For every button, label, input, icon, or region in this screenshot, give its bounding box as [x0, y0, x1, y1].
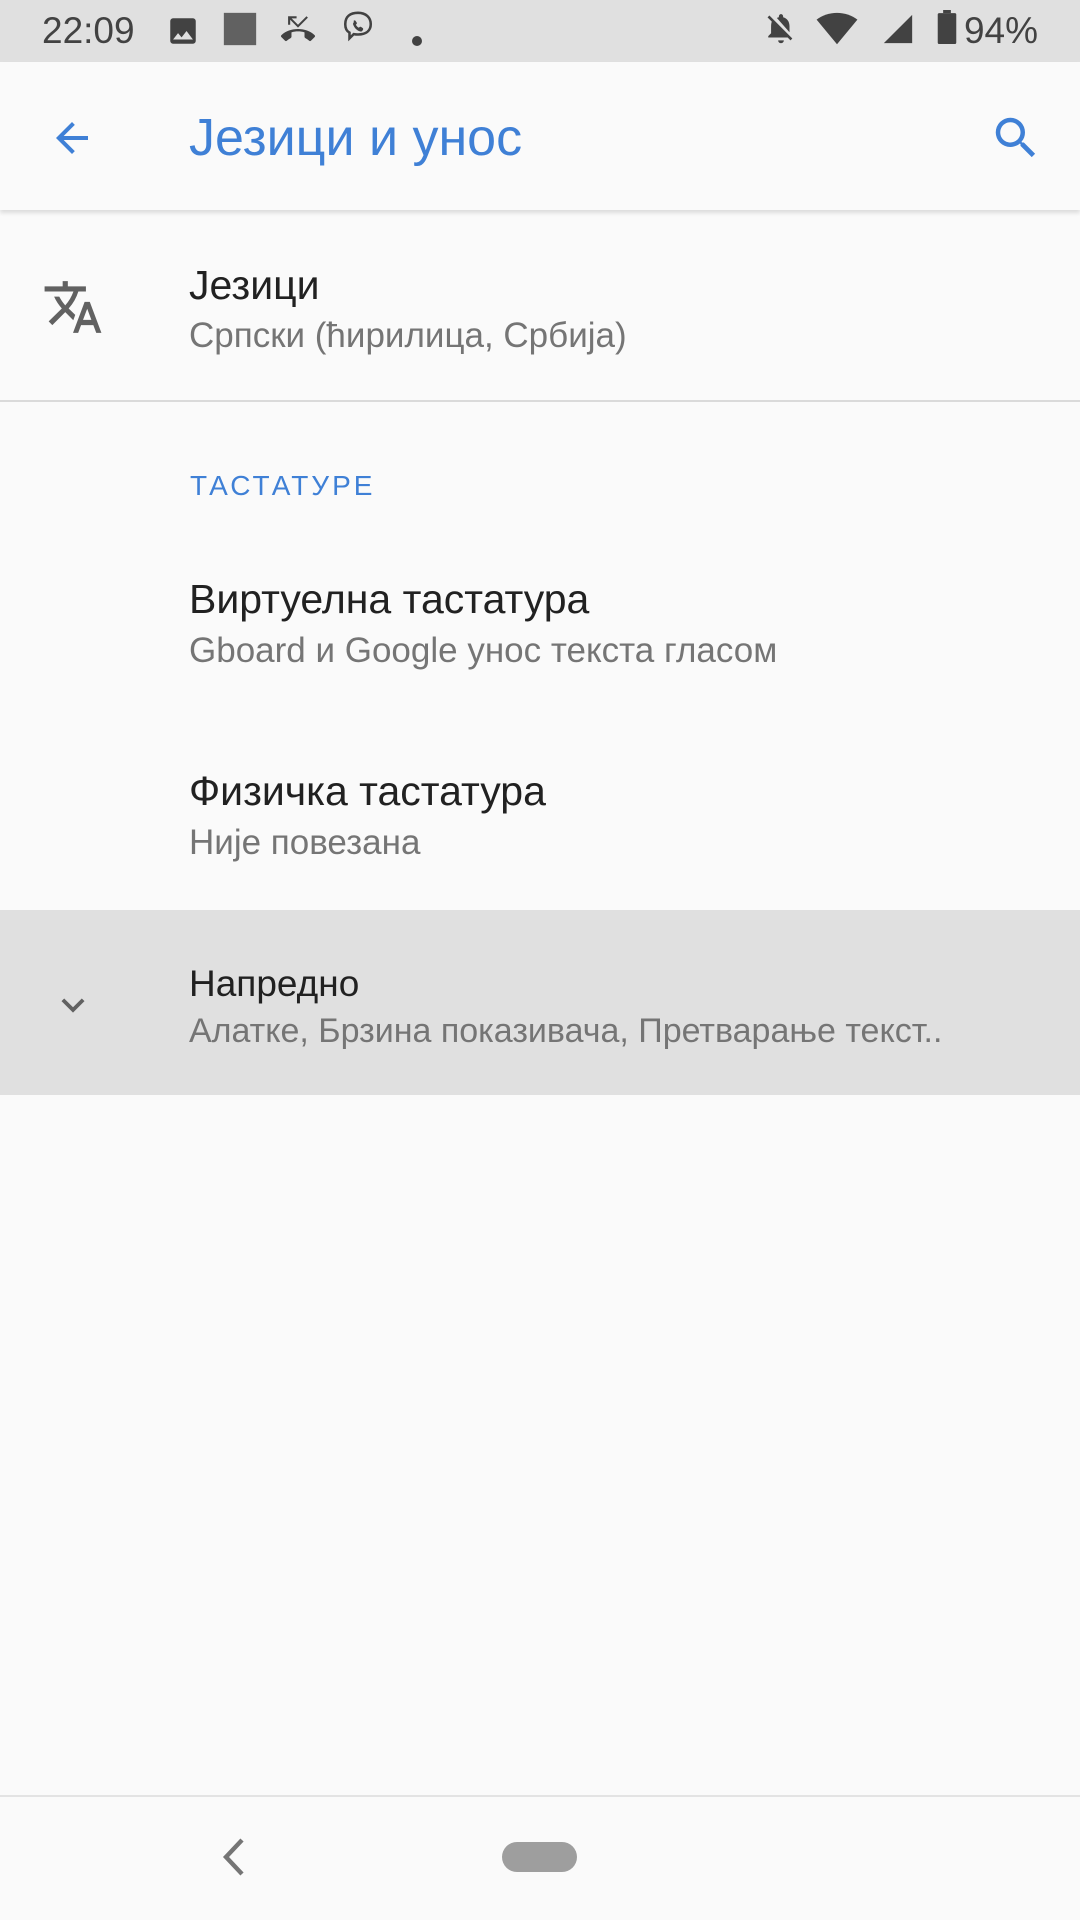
search-button[interactable]: [978, 100, 1054, 176]
languages-item[interactable]: Језици Српски (ћирилица, Србија): [0, 212, 1080, 400]
keyboards-section-header: ТАСТАТУРЕ: [190, 470, 376, 501]
square-icon: [223, 12, 257, 46]
wifi-icon: [816, 12, 858, 45]
navigation-bar: [0, 1795, 1080, 1920]
physical-keyboard-subtitle: Није повезана: [189, 823, 421, 862]
search-icon: [995, 117, 1036, 158]
signal-icon: [883, 14, 913, 44]
chevron-down-icon: [61, 998, 85, 1013]
image-icon: [170, 18, 196, 44]
back-button[interactable]: [34, 100, 110, 176]
page-title: Језици и унос: [189, 109, 523, 167]
status-bar: 22:09 94%: [0, 0, 1080, 62]
notifications-off-icon: [767, 14, 793, 44]
viber-icon: [343, 11, 373, 42]
section-divider: [0, 400, 1080, 402]
languages-subtitle: Српски (ћирилица, Србија): [189, 316, 627, 355]
languages-title: Језици: [189, 262, 320, 308]
nav-home-pill[interactable]: [502, 1842, 577, 1872]
app-bar: Језици и унос: [0, 62, 1080, 210]
missed-call-icon: [281, 16, 315, 42]
arrow-back-icon: [56, 122, 88, 154]
advanced-subtitle: Алатке, Брзина показивача, Претварање те…: [189, 1012, 943, 1050]
advanced-title: Напредно: [189, 963, 360, 1004]
virtual-keyboard-item[interactable]: Виртуелна тастатура Gboard и Google унос…: [0, 545, 1080, 730]
nav-back-icon[interactable]: [214, 1832, 254, 1882]
physical-keyboard-title: Физичка тастатура: [189, 768, 546, 814]
virtual-keyboard-title: Виртуелна тастатура: [189, 576, 590, 622]
virtual-keyboard-subtitle: Gboard и Google унос текста гласом: [189, 631, 778, 670]
dot-icon: [412, 36, 422, 46]
settings-screen: 22:09 94% Језици и унос Језици Српски (ћ…: [0, 0, 1080, 1920]
battery-icon: [937, 10, 957, 44]
battery-percent: 94%: [963, 10, 1038, 51]
advanced-item[interactable]: Напредно Алатке, Брзина показивача, Прет…: [0, 910, 1080, 1095]
physical-keyboard-item[interactable]: Физичка тастатура Није повезана: [0, 737, 1080, 910]
translate-icon: [44, 281, 102, 333]
status-time: 22:09: [42, 10, 135, 51]
